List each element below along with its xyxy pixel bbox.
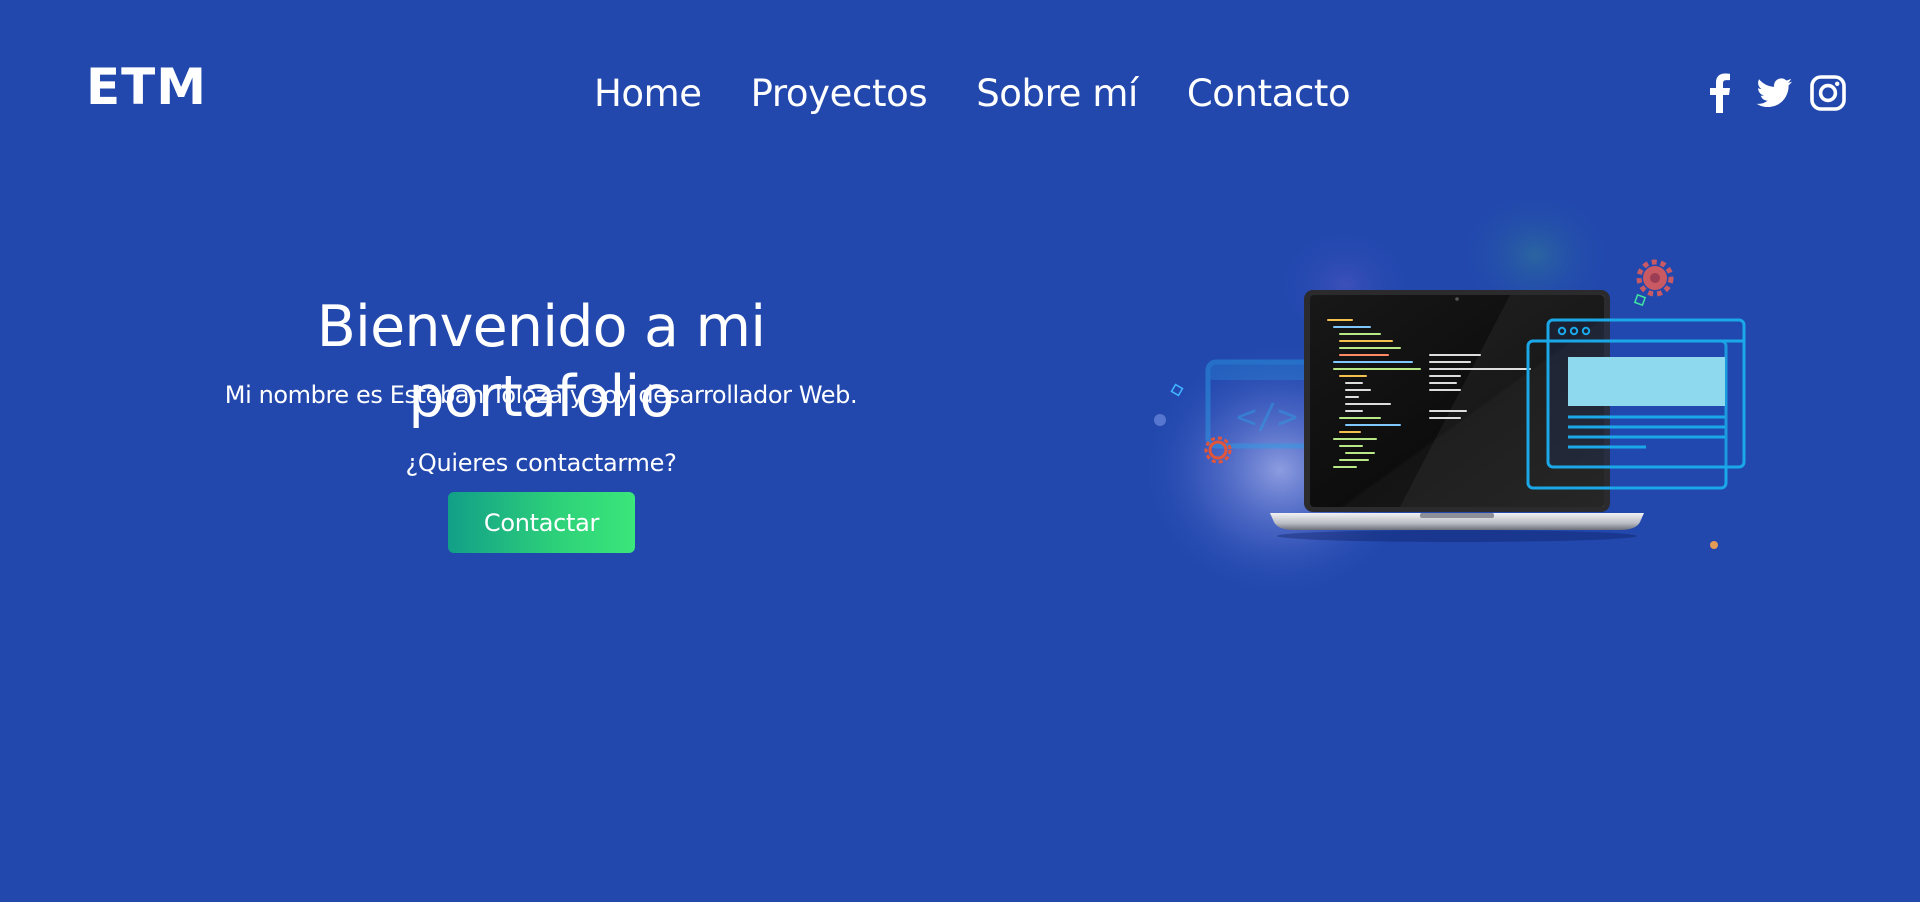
social-links bbox=[1700, 73, 1848, 113]
nav-link-sobre-mi[interactable]: Sobre mí bbox=[976, 70, 1138, 118]
hero-question: ¿Quieres contactarme? bbox=[405, 449, 677, 477]
facebook-icon[interactable] bbox=[1700, 73, 1740, 113]
twitter-icon[interactable] bbox=[1754, 73, 1794, 113]
contact-button[interactable]: Contactar bbox=[448, 492, 635, 553]
hero-subtitle: Mi nombre es Esteban Toloza y soy desarr… bbox=[224, 381, 858, 409]
site-logo[interactable]: ETM bbox=[86, 62, 207, 112]
instagram-icon[interactable] bbox=[1808, 73, 1848, 113]
nav-link-home[interactable]: Home bbox=[594, 70, 702, 118]
nav-link-proyectos[interactable]: Proyectos bbox=[751, 70, 928, 118]
main-nav: Home Proyectos Sobre mí Contacto bbox=[594, 70, 1351, 118]
svg-text:</>: </> bbox=[1236, 397, 1297, 437]
laptop-code-illustration: </> bbox=[1130, 200, 1770, 620]
nav-link-contacto[interactable]: Contacto bbox=[1187, 70, 1351, 118]
landing-page: ETM Home Proyectos Sobre mí Contacto Bie… bbox=[0, 0, 1920, 902]
